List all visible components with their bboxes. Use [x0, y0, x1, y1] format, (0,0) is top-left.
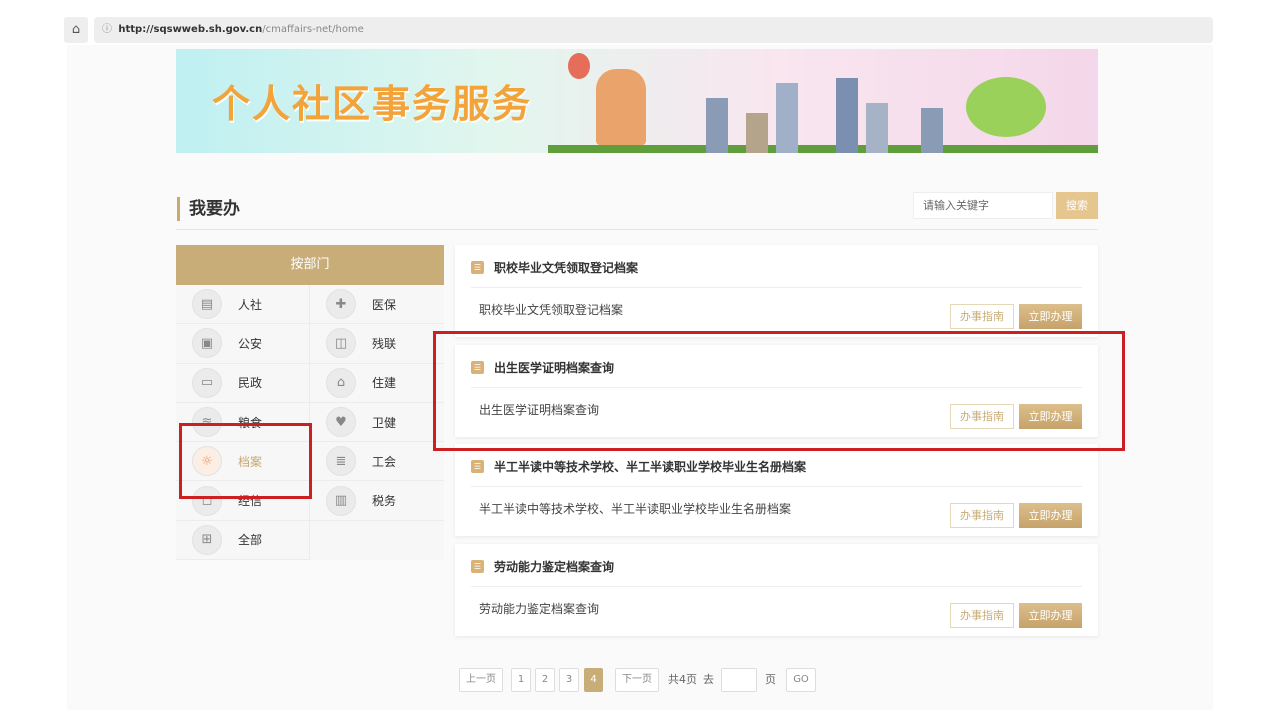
- page-2[interactable]: 2: [535, 668, 555, 692]
- page-3[interactable]: 3: [559, 668, 579, 692]
- guide-button[interactable]: 办事指南: [950, 603, 1014, 629]
- grid-icon: ⊞: [192, 524, 222, 555]
- url-path: /cmaffairs-net/home: [262, 24, 364, 35]
- department-label: 人社: [238, 297, 263, 312]
- heart-hands-icon: ♥: [326, 407, 356, 438]
- service-card: ☰ 职校毕业文凭领取登记档案 职校毕业文凭领取登记档案 办事指南 立即办理: [455, 245, 1098, 337]
- page-unit: 页: [765, 673, 776, 686]
- department-item[interactable]: ◫ 残联: [310, 324, 444, 364]
- goto-label: 去: [703, 673, 714, 686]
- building-icon: ⌂: [326, 367, 356, 398]
- total-pages: 共4页: [668, 673, 697, 686]
- department-label: 残联: [372, 336, 397, 351]
- balloon-illustration: [568, 53, 590, 79]
- department-header: 按部门: [176, 245, 444, 285]
- tax-doc-icon: ▥: [326, 485, 356, 516]
- department-label: 税务: [372, 494, 397, 509]
- card-title-text: 劳动能力鉴定档案查询: [494, 560, 615, 575]
- next-page-button[interactable]: 下一页: [615, 668, 659, 692]
- department-item[interactable]: ♥ 卫健: [310, 403, 444, 443]
- department-item[interactable]: ≣ 工会: [310, 442, 444, 482]
- card-title-text: 半工半读中等技术学校、半工半读职业学校毕业生名册档案: [494, 460, 807, 475]
- department-item[interactable]: ⊞ 全部: [176, 520, 310, 561]
- medical-kit-icon: ✚: [326, 289, 356, 320]
- divider: [471, 287, 1082, 288]
- card-description: 半工半读中等技术学校、半工半读职业学校毕业生名册档案: [479, 502, 792, 517]
- banner-ground: [548, 145, 1098, 153]
- layers-icon: ≣: [326, 446, 356, 477]
- tree: [966, 77, 1046, 137]
- building: [866, 103, 888, 153]
- card-title[interactable]: ☰ 职校毕业文凭领取登记档案: [471, 259, 638, 276]
- apply-now-button[interactable]: 立即办理: [1019, 503, 1082, 529]
- url-host: http://sqswweb.sh.gov.cn: [118, 24, 263, 35]
- building: [921, 108, 943, 153]
- building: [836, 78, 858, 153]
- id-card-icon: ▣: [192, 328, 222, 359]
- search-button[interactable]: 搜索: [1056, 192, 1098, 219]
- banner-title: 个人社区事务服务: [212, 82, 533, 126]
- divider: [471, 486, 1082, 488]
- department-label: 公安: [238, 336, 263, 351]
- card-title-text: 职校毕业文凭领取登记档案: [494, 261, 639, 275]
- go-button[interactable]: GO: [786, 668, 816, 692]
- card-description: 职校毕业文凭领取登记档案: [479, 303, 624, 317]
- department-panel: 按部门 ▤ 人社 ✚ 医保 ▣ 公安 ◫ 残联 ▭ 民政 ⌂ 住建 ≋ 粮食 ♥ 卫健 ☼ 档案 ≣ 工会 ◻ 经信 ▥ 税务…: [176, 245, 444, 561]
- banner: 个人社区事务服务: [176, 49, 1098, 153]
- page-input[interactable]: [721, 668, 757, 692]
- department-item[interactable]: ⌂ 住建: [310, 364, 444, 403]
- building: [776, 83, 798, 153]
- department-label: 全部: [238, 533, 263, 548]
- id-badge-icon: ▭: [192, 367, 222, 398]
- department-item[interactable]: ▤ 人社: [176, 285, 310, 325]
- card-title[interactable]: ☰ 劳动能力鉴定档案查询: [471, 558, 614, 575]
- guide-button[interactable]: 办事指南: [950, 503, 1014, 529]
- department-label: 卫健: [372, 415, 397, 430]
- home-button[interactable]: ⌂: [64, 17, 88, 43]
- department-label: 工会: [372, 454, 397, 469]
- apply-now-button[interactable]: 立即办理: [1019, 603, 1082, 629]
- department-item[interactable]: ▥ 税务: [310, 481, 444, 521]
- service-card: ☰ 半工半读中等技术学校、半工半读职业学校毕业生名册档案 半工半读中等技术学校、半…: [455, 444, 1098, 537]
- certificate-icon: ▤: [192, 289, 222, 320]
- guide-button[interactable]: 办事指南: [950, 304, 1014, 329]
- book-icon: ◫: [326, 328, 356, 359]
- document-icon: ☰: [471, 460, 484, 474]
- building: [706, 98, 728, 153]
- search-input[interactable]: 请输入关键字: [913, 192, 1053, 219]
- service-card: ☰ 劳动能力鉴定档案查询 劳动能力鉴定档案查询 办事指南 立即办理: [455, 544, 1098, 637]
- department-label: 住建: [372, 376, 397, 391]
- department-label: 民政: [238, 376, 263, 391]
- page-4[interactable]: 4: [584, 668, 603, 692]
- family-illustration: [596, 69, 646, 145]
- highlight-box: [179, 423, 312, 499]
- divider: [176, 229, 1098, 230]
- address-bar[interactable]: ⓘ http://sqswweb.sh.gov.cn/cmaffairs-net…: [94, 17, 1213, 43]
- prev-page-button[interactable]: 上一页: [459, 668, 503, 692]
- apply-now-button[interactable]: 立即办理: [1019, 304, 1082, 329]
- building: [746, 113, 768, 153]
- department-label: 医保: [372, 297, 397, 312]
- divider: [471, 586, 1082, 588]
- page-1[interactable]: 1: [511, 668, 531, 692]
- highlight-box: [433, 331, 1125, 451]
- department-item[interactable]: ▣ 公安: [176, 324, 310, 364]
- department-item[interactable]: ▭ 民政: [176, 363, 310, 403]
- department-item[interactable]: ✚ 医保: [310, 285, 444, 325]
- card-description: 劳动能力鉴定档案查询: [479, 602, 600, 617]
- document-icon: ☰: [471, 560, 484, 574]
- card-title[interactable]: ☰ 半工半读中等技术学校、半工半读职业学校毕业生名册档案: [471, 458, 806, 475]
- section-title: 我要办: [177, 197, 240, 221]
- document-icon: ☰: [471, 261, 484, 274]
